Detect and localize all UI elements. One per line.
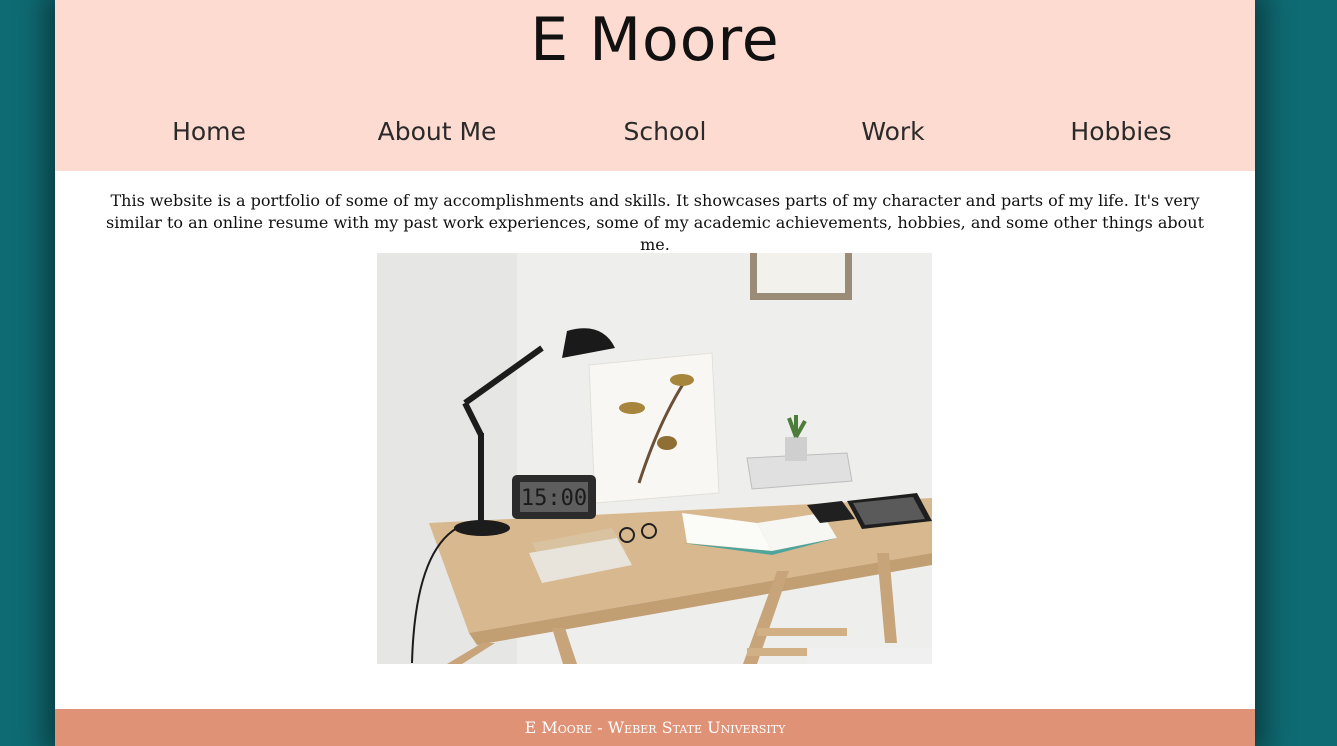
nav-about-me[interactable]: About Me xyxy=(323,108,551,156)
site-title: E Moore xyxy=(530,5,780,75)
clock-display: 15:00 xyxy=(521,486,587,511)
nav-hobbies[interactable]: Hobbies xyxy=(1007,108,1235,156)
main-nav: Home About Me School Work Hobbies xyxy=(95,108,1235,156)
hero-image: 15:00 xyxy=(377,253,932,664)
site-header: E Moore Home About Me School Work Hobbie… xyxy=(55,0,1255,171)
intro-paragraph: This website is a portfolio of some of m… xyxy=(105,191,1205,254)
footer-text: E Moore - Weber State University xyxy=(524,718,786,737)
site-footer: E Moore - Weber State University xyxy=(55,709,1255,746)
nav-home[interactable]: Home xyxy=(95,108,323,156)
page-container: E Moore Home About Me School Work Hobbie… xyxy=(55,0,1255,746)
desk-photo-illustration: 15:00 xyxy=(377,253,932,664)
nav-school[interactable]: School xyxy=(551,108,779,156)
nav-work[interactable]: Work xyxy=(779,108,1007,156)
